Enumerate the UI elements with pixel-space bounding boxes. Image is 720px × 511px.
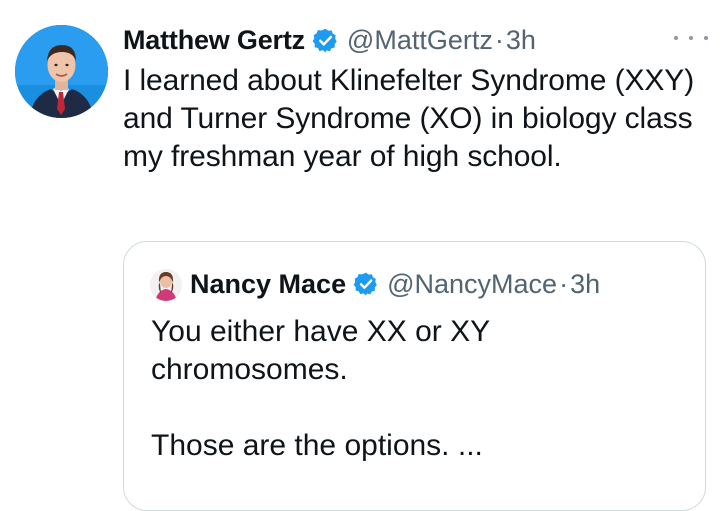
- quoted-tweet-header: Nancy Mace @NancyMace · 3h: [190, 264, 600, 304]
- verified-badge-icon[interactable]: [312, 27, 339, 54]
- quoted-tweet-timestamp[interactable]: 3h: [570, 269, 600, 300]
- tweet-timestamp[interactable]: 3h: [506, 25, 536, 56]
- quoted-author-avatar[interactable]: [150, 269, 182, 301]
- user-avatar-icon: [150, 269, 182, 301]
- quoted-author-name[interactable]: Nancy Mace: [190, 269, 346, 300]
- author-name[interactable]: Matthew Gertz: [123, 25, 305, 56]
- separator-dot: ·: [559, 268, 569, 299]
- more-options-icon[interactable]: [674, 28, 708, 48]
- user-avatar-icon: [15, 25, 108, 118]
- quoted-tweet[interactable]: Nancy Mace @NancyMace · 3h You either ha…: [123, 241, 706, 511]
- tweet-text: I learned about Klinefelter Syndrome (XX…: [123, 64, 695, 173]
- quoted-text-paragraph: You either have XX or XY chromosomes.: [151, 315, 490, 386]
- quoted-text-paragraph: Those are the options. ...: [151, 429, 483, 462]
- author-handle[interactable]: @MattGertz: [347, 25, 493, 56]
- separator-dot: ·: [494, 24, 504, 55]
- tweet-header: Matthew Gertz @MattGertz · 3h: [123, 18, 536, 62]
- tweet[interactable]: Matthew Gertz @MattGertz · 3h I learned …: [0, 0, 720, 511]
- author-avatar[interactable]: [15, 25, 108, 118]
- quoted-tweet-text: You either have XX or XY chromosomes. Th…: [151, 313, 691, 465]
- quoted-author-handle[interactable]: @NancyMace: [387, 269, 557, 300]
- verified-badge-icon[interactable]: [353, 271, 379, 297]
